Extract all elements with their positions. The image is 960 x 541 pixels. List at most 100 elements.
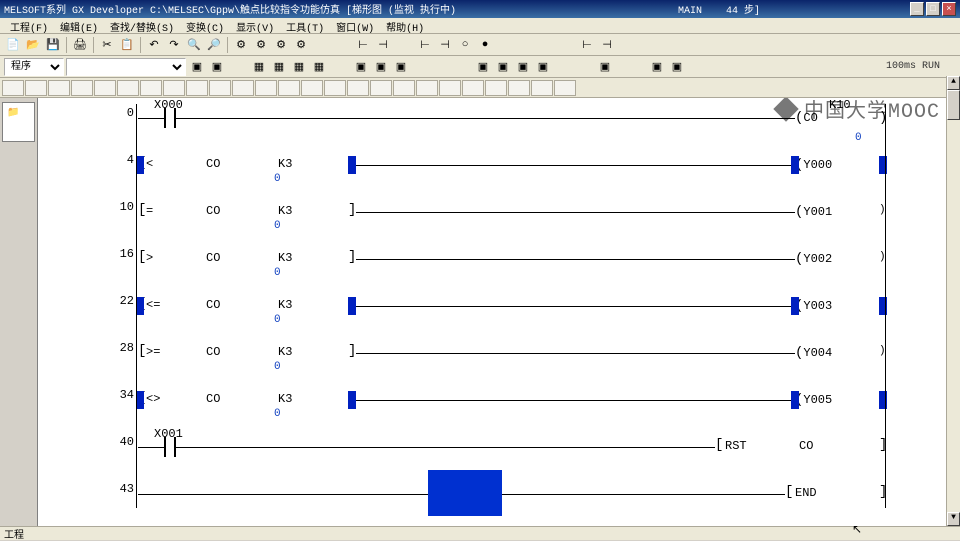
redo-icon[interactable]: ↷ (165, 36, 183, 54)
ladder-rung[interactable]: 22[<=COK30](Y003) (38, 292, 946, 326)
ladder-rung[interactable]: 28[>=COK30](Y004) (38, 339, 946, 373)
ladder-rung[interactable]: 4[<COK30](Y000) (38, 151, 946, 185)
slot[interactable] (48, 80, 70, 96)
tool-icon[interactable]: ▣ (514, 58, 532, 76)
slot[interactable] (140, 80, 162, 96)
tool-icon[interactable]: ▣ (208, 58, 226, 76)
slot[interactable] (370, 80, 392, 96)
slot[interactable] (485, 80, 507, 96)
ladder-icon[interactable]: ● (476, 36, 494, 54)
print-icon[interactable]: 🖨 (71, 36, 89, 54)
ladder-rung[interactable]: 43[END] (38, 480, 946, 514)
slot[interactable] (301, 80, 323, 96)
find-icon[interactable]: 🔍 (185, 36, 203, 54)
cut-icon[interactable]: ✂ (98, 36, 116, 54)
ladder-rung[interactable]: 10[=COK30](Y001) (38, 198, 946, 232)
slot[interactable] (393, 80, 415, 96)
copy-icon[interactable]: 📋 (118, 36, 136, 54)
tool-icon[interactable]: ▣ (372, 58, 390, 76)
menu-convert[interactable]: 变换(C) (180, 18, 230, 33)
tool-icon[interactable]: ▦ (250, 58, 268, 76)
device-dropdown[interactable] (66, 58, 186, 76)
slot[interactable] (554, 80, 576, 96)
slot[interactable] (186, 80, 208, 96)
menu-help[interactable]: 帮助(H) (380, 18, 430, 33)
slot[interactable] (278, 80, 300, 96)
vertical-scrollbar[interactable]: ▲ ▼ (946, 76, 960, 526)
separator (93, 37, 94, 53)
slot[interactable] (2, 80, 24, 96)
tool-icon[interactable]: ▣ (474, 58, 492, 76)
minimize-button[interactable]: _ (910, 2, 924, 16)
operand: K3 (278, 157, 292, 171)
menu-edit[interactable]: 编辑(E) (54, 18, 104, 33)
slot[interactable] (209, 80, 231, 96)
ladder-rung[interactable]: 16[>COK30](Y002) (38, 245, 946, 279)
slot[interactable] (71, 80, 93, 96)
energized-hl (136, 297, 144, 315)
slot[interactable] (462, 80, 484, 96)
slot[interactable] (94, 80, 116, 96)
tool-icon[interactable]: ⚙ (292, 36, 310, 54)
slot[interactable] (117, 80, 139, 96)
ladder-rung[interactable]: 34[<>COK30](Y005) (38, 386, 946, 420)
slot[interactable] (232, 80, 254, 96)
tool-icon[interactable]: ⚙ (252, 36, 270, 54)
tool-icon[interactable]: ▣ (494, 58, 512, 76)
save-icon[interactable]: 💾 (44, 36, 62, 54)
slot[interactable] (508, 80, 530, 96)
menu-search[interactable]: 查找/替换(S) (104, 18, 180, 33)
program-dropdown[interactable]: 程序 (4, 58, 64, 76)
ladder-icon[interactable]: ⊢ (354, 36, 372, 54)
scroll-down-icon[interactable]: ▼ (947, 512, 960, 526)
ladder-rung[interactable]: 0X000(COK100) (38, 104, 946, 138)
slot[interactable] (439, 80, 461, 96)
operand: CO (206, 157, 220, 171)
ladder-rung[interactable]: 40X001[RSTCO] (38, 433, 946, 467)
tree-view[interactable]: 📁 (2, 102, 35, 142)
ladder-icon[interactable]: ⊣ (598, 36, 616, 54)
tool-icon[interactable]: ⚙ (272, 36, 290, 54)
new-icon[interactable]: 📄 (4, 36, 22, 54)
tool-icon[interactable]: ▦ (290, 58, 308, 76)
tool-icon[interactable]: ⚙ (232, 36, 250, 54)
menu-tools[interactable]: 工具(T) (280, 18, 330, 33)
menu-view[interactable]: 显示(V) (230, 18, 280, 33)
slot[interactable] (416, 80, 438, 96)
maximize-button[interactable]: □ (926, 2, 940, 16)
ladder-icon[interactable]: ⊢ (578, 36, 596, 54)
scroll-thumb[interactable] (947, 90, 960, 120)
menu-project[interactable]: 工程(F) (4, 18, 54, 33)
bracket: ] (879, 437, 887, 453)
compare-op: <> (146, 392, 160, 406)
ladder-icon[interactable]: ⊢ (416, 36, 434, 54)
undo-icon[interactable]: ↶ (145, 36, 163, 54)
slot[interactable] (163, 80, 185, 96)
slot[interactable] (25, 80, 47, 96)
slot[interactable] (531, 80, 553, 96)
tool-icon[interactable]: ▣ (596, 58, 614, 76)
open-icon[interactable]: 📂 (24, 36, 42, 54)
ladder-editor[interactable]: 中国大学MOOC 0X000(COK100)4[<COK30](Y000)10[… (38, 98, 960, 526)
slot[interactable] (255, 80, 277, 96)
tool-icon[interactable]: ▣ (392, 58, 410, 76)
slot[interactable] (324, 80, 346, 96)
zoom-icon[interactable]: 🔎 (205, 36, 223, 54)
menu-window[interactable]: 窗口(W) (330, 18, 380, 33)
tool-icon[interactable]: ▦ (270, 58, 288, 76)
slot[interactable] (347, 80, 369, 96)
tool-icon[interactable]: ▣ (648, 58, 666, 76)
operand: K3 (278, 345, 292, 359)
tool-icon[interactable]: ▣ (534, 58, 552, 76)
tool-icon[interactable]: ▣ (188, 58, 206, 76)
tool-icon[interactable]: ▦ (310, 58, 328, 76)
compare-op: > (146, 251, 153, 265)
close-button[interactable]: × (942, 2, 956, 16)
ladder-icon[interactable]: ⊣ (374, 36, 392, 54)
tool-icon[interactable]: ▣ (668, 58, 686, 76)
ladder-icon[interactable]: ⊣ (436, 36, 454, 54)
tool-icon[interactable]: ▣ (352, 58, 370, 76)
tree-icon[interactable]: 📁 (7, 107, 19, 119)
scroll-up-icon[interactable]: ▲ (947, 76, 960, 90)
ladder-icon[interactable]: ○ (456, 36, 474, 54)
